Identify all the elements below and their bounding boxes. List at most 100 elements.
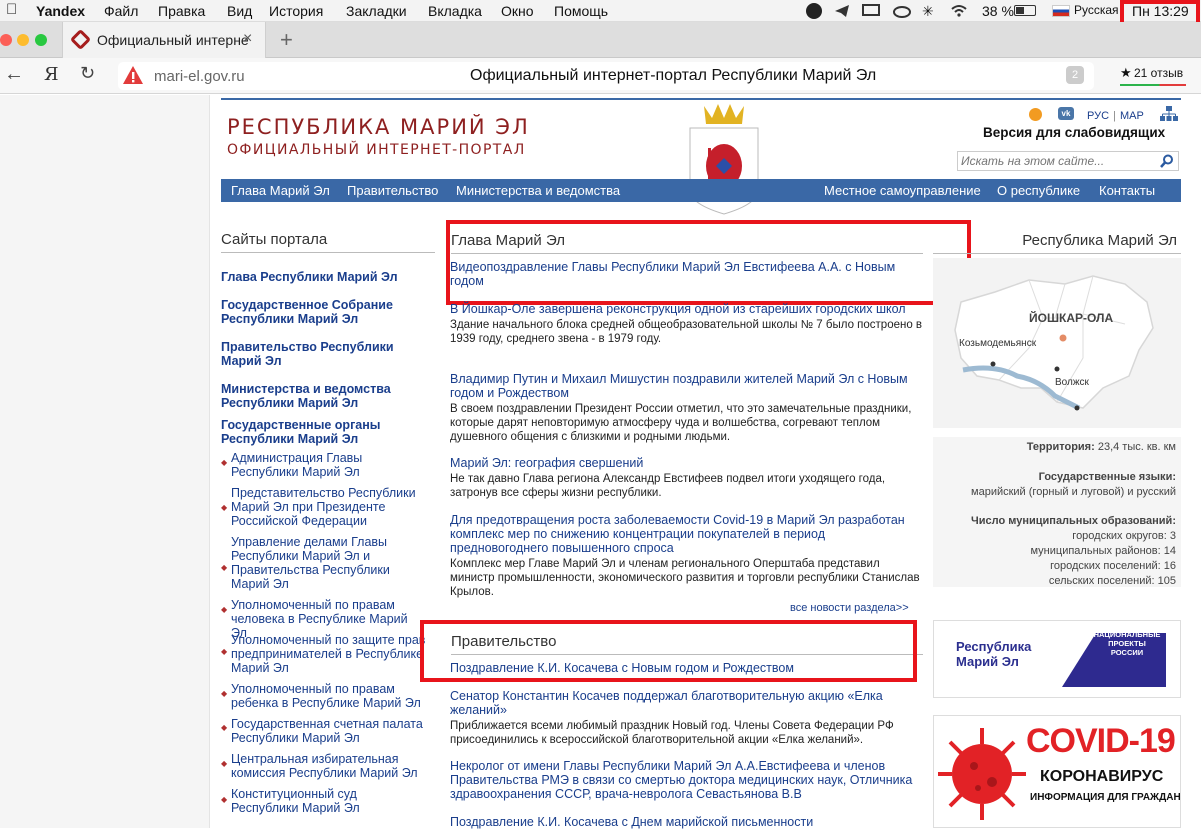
covid-banner[interactable]: COVID-19 КОРОНАВИРУС ИНФОРМАЦИЯ ДЛЯ ГРАЖ… xyxy=(933,715,1181,828)
sidebar-link-glava[interactable]: Глава Республики Марий Эл xyxy=(221,270,421,284)
news-headline[interactable]: Сенатор Константин Косачев поддержал бла… xyxy=(450,689,920,717)
search-field[interactable] xyxy=(957,151,1179,171)
news-item: Владимир Путин и Михаил Мишустин поздрав… xyxy=(450,372,928,444)
sidebar-item[interactable]: Конституционный суд Республики Марий Эл xyxy=(231,787,426,815)
low-vision-link[interactable]: Версия для слабовидящих xyxy=(983,125,1165,140)
region-map[interactable]: ЙОШКАР-ОЛА Козьмодемьянск Волжск xyxy=(933,258,1181,428)
tab-title: Официальный интерне xyxy=(97,32,249,48)
covid-title: COVID-19 xyxy=(1026,722,1176,760)
back-icon[interactable]: ← xyxy=(4,63,24,86)
nav-about-republic[interactable]: О республике xyxy=(997,183,1080,198)
right-column-title: Республика Марий Эл xyxy=(933,232,1181,254)
sidebar-item[interactable]: Государственная счетная палата Республик… xyxy=(231,717,426,745)
browser-tab[interactable]: Официальный интерне × xyxy=(62,22,266,58)
news-item: Некролог от имени Главы Республики Марий… xyxy=(450,759,920,801)
map-capital-label: ЙОШКАР-ОЛА xyxy=(1029,311,1114,325)
wifi-icon[interactable] xyxy=(950,3,968,19)
languages-label: Государственные языки: xyxy=(1038,471,1176,483)
news-item: Видеопоздравление Главы Республики Марий… xyxy=(450,260,928,288)
page-left-gutter xyxy=(0,95,210,828)
lang-rus-link[interactable]: РУС xyxy=(1087,110,1109,122)
tabs-counter-icon[interactable]: 2 xyxy=(1066,66,1084,84)
menu-view[interactable]: Вид xyxy=(227,3,252,19)
sidebar-item[interactable]: Представительство Республики Марий Эл пр… xyxy=(231,486,416,528)
apple-icon[interactable]:  xyxy=(6,1,17,18)
russian-flag-icon[interactable] xyxy=(1052,5,1070,17)
sidebar-item[interactable]: Управление делами Главы Республики Марий… xyxy=(231,535,426,591)
menu-window[interactable]: Окно xyxy=(501,3,534,19)
news-headline[interactable]: Некролог от имени Главы Республики Марий… xyxy=(450,759,920,801)
site-subtitle: ОФИЦИАЛЬНЫЙ ИНТЕРНЕТ-ПОРТАЛ xyxy=(227,142,526,158)
warning-icon[interactable] xyxy=(122,65,144,85)
nav-glava[interactable]: Глава Марий Эл xyxy=(231,183,330,198)
viber-icon[interactable] xyxy=(806,3,822,19)
news-summary: Комплекс мер Главе Марий Эл и членам рег… xyxy=(450,558,920,598)
menu-tab[interactable]: Вкладка xyxy=(428,3,482,19)
national-projects-banner[interactable]: Республика Марий Эл НАЦИОНАЛЬНЫЕ ПРОЕКТЫ… xyxy=(933,620,1181,698)
lang-mar-link[interactable]: МАР xyxy=(1120,110,1144,122)
yandex-icon[interactable]: Я xyxy=(44,64,59,85)
sidebar-link-gos-organy[interactable]: Государственные органы Республики Марий … xyxy=(221,418,401,446)
municipal-item: муниципальных районов: 14 xyxy=(1030,545,1177,557)
battery-icon[interactable] xyxy=(1014,5,1036,16)
news-headline[interactable]: Владимир Путин и Михаил Мишустин поздрав… xyxy=(450,372,928,400)
news-headline[interactable]: В Йошкар-Оле завершена реконструкция одн… xyxy=(450,302,928,316)
bluetooth-icon[interactable]: ✳ xyxy=(922,3,934,20)
nav-government[interactable]: Правительство xyxy=(347,183,438,198)
menu-edit[interactable]: Правка xyxy=(158,3,205,19)
news-headline[interactable]: Видеопоздравление Главы Республики Марий… xyxy=(450,260,928,288)
national-projects-text: НАЦИОНАЛЬНЫЕ ПРОЕКТЫ РОССИИ xyxy=(1093,630,1161,657)
nav-contacts[interactable]: Контакты xyxy=(1099,183,1155,198)
telegram-icon[interactable] xyxy=(834,4,850,18)
news-headline[interactable]: Марий Эл: география свершений xyxy=(450,456,928,470)
macos-menu-bar:  Yandex Файл Правка Вид История Закладк… xyxy=(0,0,1201,22)
territory-value: 23,4 тыс. кв. км xyxy=(1097,441,1176,453)
banner-region-text: Республика Марий Эл xyxy=(956,639,1032,669)
news-item: В Йошкар-Оле завершена реконструкция одн… xyxy=(450,302,928,346)
battery-percent: 38 % xyxy=(982,3,1014,19)
nav-ministries[interactable]: Министерства и ведомства xyxy=(456,183,620,198)
sidebar-link-pravitelstvo[interactable]: Правительство Республики Марий Эл xyxy=(221,340,411,368)
web-page: РЕСПУБЛИКА МАРИЙ ЭЛ ОФИЦИАЛЬНЫЙ ИНТЕРНЕТ… xyxy=(0,95,1201,829)
news-summary: Приближается всеми любимый праздник Новы… xyxy=(450,720,894,746)
news-headline[interactable]: Поздравление К.И. Косачева с Новым годом… xyxy=(450,661,928,675)
menu-history[interactable]: История xyxy=(269,3,323,19)
new-tab-button[interactable]: + xyxy=(280,27,293,53)
news-headline[interactable]: Поздравление К.И. Косачева с Днем марийс… xyxy=(450,815,928,829)
close-tab-icon[interactable]: × xyxy=(243,30,252,48)
vk-icon[interactable]: vk xyxy=(1058,107,1074,120)
menu-bookmarks[interactable]: Закладки xyxy=(346,3,407,19)
news-headline[interactable]: Для предотвращения роста заболеваемости … xyxy=(450,513,920,555)
zoom-window-button[interactable] xyxy=(35,34,47,46)
sidebar-item[interactable]: Уполномоченный по защите прав предприним… xyxy=(231,633,426,675)
screen-icon[interactable] xyxy=(862,3,880,19)
site-name[interactable]: РЕСПУБЛИКА МАРИЙ ЭЛ xyxy=(227,115,530,139)
cloud-icon[interactable] xyxy=(892,3,912,19)
url-field[interactable]: mari-el.gov.ru Официальный интернет-порт… xyxy=(118,62,1094,90)
news-item: Поздравление К.И. Косачева с Новым годом… xyxy=(450,661,928,675)
all-news-link[interactable]: все новости раздела>> xyxy=(790,602,909,614)
news-item: Марий Эл: география свершений Не так дав… xyxy=(450,456,928,500)
reload-icon[interactable]: ↻ xyxy=(80,63,95,84)
municipal-item: городских поселений: 16 xyxy=(1050,560,1176,572)
minimize-window-button[interactable] xyxy=(17,34,29,46)
odnoklassniki-icon[interactable] xyxy=(1029,108,1042,121)
input-language[interactable]: Русская xyxy=(1074,3,1119,17)
sidebar-link-gossobranie[interactable]: Государственное Собрание Республики Мари… xyxy=(221,298,411,326)
menu-file[interactable]: Файл xyxy=(104,3,138,19)
sidebar-link-ministries[interactable]: Министерства и ведомства Республики Мари… xyxy=(221,382,411,410)
search-input[interactable] xyxy=(958,152,1154,170)
reviews-count[interactable]: 21 отзыв xyxy=(1134,66,1183,80)
map-city-label: Козьмодемьянск xyxy=(959,338,1037,349)
sidebar-item[interactable]: Центральная избирательная комиссия Респу… xyxy=(231,752,426,780)
menu-help[interactable]: Помощь xyxy=(554,3,608,19)
news-summary: Не так давно Глава региона Александр Евс… xyxy=(450,473,886,499)
sidebar-item[interactable]: Администрация Главы Республики Марий Эл xyxy=(231,451,426,479)
search-icon[interactable] xyxy=(1160,154,1174,168)
page-title-in-bar: Официальный интернет-портал Республики М… xyxy=(470,67,877,84)
sitemap-icon[interactable] xyxy=(1160,106,1178,122)
app-menu[interactable]: Yandex xyxy=(36,3,85,19)
nav-local-government[interactable]: Местное самоуправление xyxy=(824,183,981,198)
close-window-button[interactable] xyxy=(0,34,12,46)
sidebar-item[interactable]: Уполномоченный по правам ребенка в Респу… xyxy=(231,682,421,710)
